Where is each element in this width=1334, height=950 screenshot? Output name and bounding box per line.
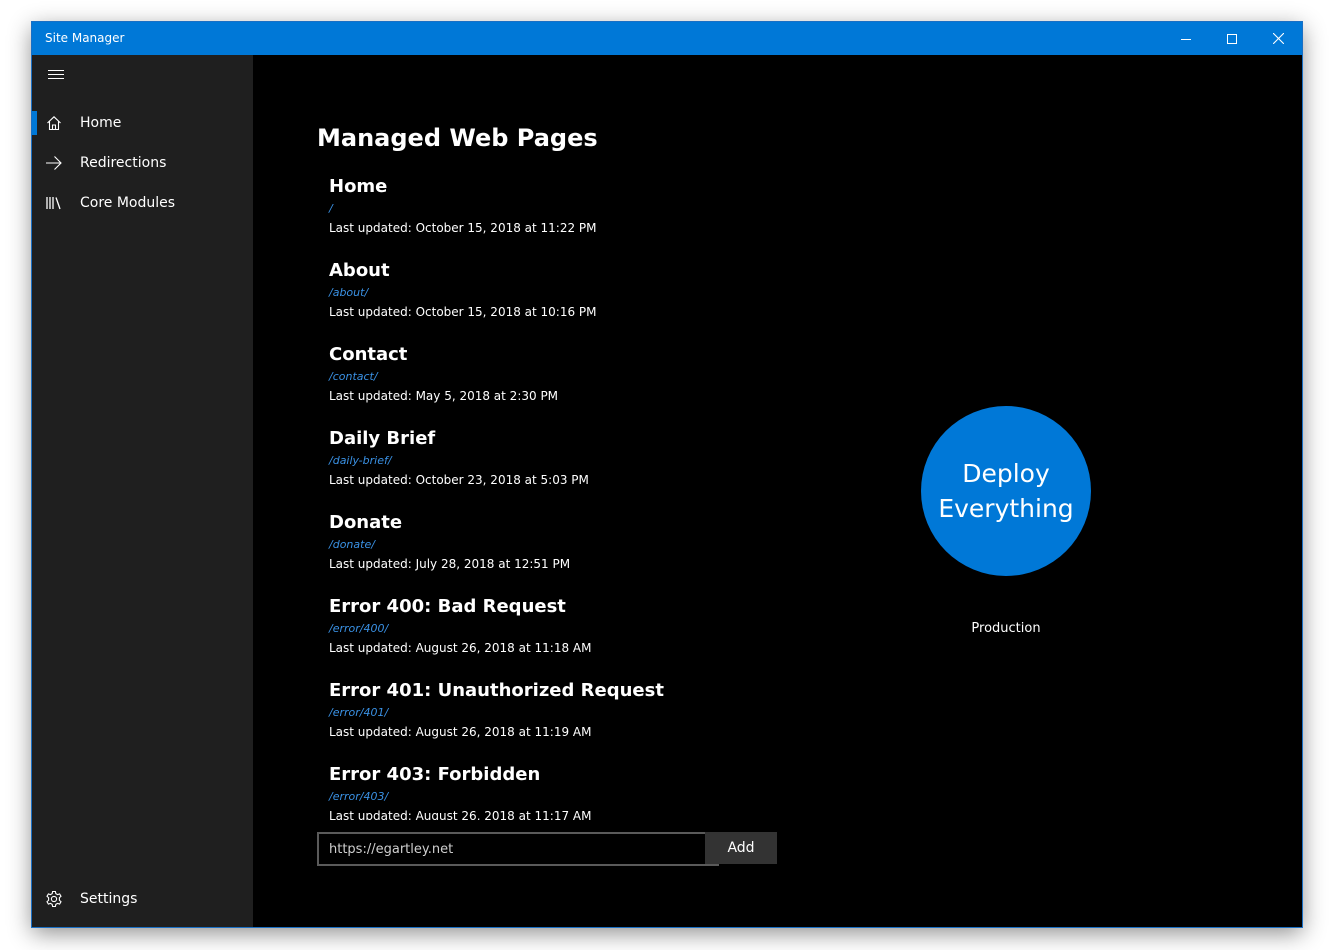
list-item[interactable]: Home / Last updated: October 15, 2018 at…	[329, 173, 829, 257]
page-name: Contact	[329, 344, 408, 365]
last-updated-text: Last updated: October 15, 2018 at 11:22 …	[329, 221, 597, 235]
list-item[interactable]: Donate /donate/ Last updated: July 28, 2…	[329, 509, 829, 593]
page-path-link[interactable]: /contact/	[329, 369, 378, 385]
pages-list[interactable]: Home / Last updated: October 15, 2018 at…	[317, 173, 837, 820]
main-content: Managed Web Pages Home / Last updated: O…	[253, 55, 1302, 927]
deploy-everything-button[interactable]: Deploy Everything	[921, 406, 1091, 576]
last-updated-text: Last updated: May 5, 2018 at 2:30 PM	[329, 389, 559, 403]
nav-item-label: Core Modules	[80, 195, 176, 211]
page-path-link[interactable]: /about/	[329, 285, 368, 301]
nav-item-label: Home	[80, 115, 122, 131]
nav-item-label: Redirections	[80, 155, 167, 171]
last-updated-text: Last updated: October 15, 2018 at 10:16 …	[329, 305, 597, 319]
navigation-pane: Home Redirections Core Modules Settings	[32, 55, 253, 927]
page-path-link[interactable]: /error/400/	[329, 621, 388, 637]
page-name: Error 403: Forbidden	[329, 764, 541, 785]
nav-item-redirections[interactable]: Redirections	[32, 143, 253, 183]
page-path-link[interactable]: /daily-brief/	[329, 453, 392, 469]
page-name: Donate	[329, 512, 403, 533]
home-icon	[44, 113, 64, 133]
title-bar[interactable]: Site Manager	[32, 22, 1302, 55]
nav-item-home[interactable]: Home	[32, 103, 253, 143]
list-item[interactable]: Error 400: Bad Request /error/400/ Last …	[329, 593, 829, 677]
page-path-link[interactable]: /error/403/	[329, 789, 388, 805]
url-input[interactable]	[317, 832, 719, 866]
page-name: Error 401: Unauthorized Request	[329, 680, 664, 701]
last-updated-text: Last updated: August 26, 2018 at 11:17 A…	[329, 809, 592, 820]
page-name: Daily Brief	[329, 428, 436, 449]
page-path-link[interactable]: /donate/	[329, 537, 375, 553]
page-name: Error 400: Bad Request	[329, 596, 566, 617]
library-icon	[44, 193, 64, 213]
list-item[interactable]: Daily Brief /daily-brief/ Last updated: …	[329, 425, 829, 509]
hamburger-icon	[48, 70, 64, 79]
last-updated-text: Last updated: October 23, 2018 at 5:03 P…	[329, 473, 589, 487]
maximize-button[interactable]	[1209, 22, 1255, 55]
list-item[interactable]: About /about/ Last updated: October 15, …	[329, 257, 829, 341]
page-name: Home	[329, 176, 388, 197]
selection-indicator	[32, 111, 37, 135]
page-name: About	[329, 260, 390, 281]
add-button[interactable]: Add	[705, 832, 777, 864]
page-title: Managed Web Pages	[317, 124, 598, 152]
minimize-icon	[1181, 38, 1191, 40]
nav-item-label: Settings	[80, 891, 138, 907]
nav-item-settings[interactable]: Settings	[32, 879, 253, 919]
list-item[interactable]: Error 403: Forbidden /error/403/ Last up…	[329, 761, 829, 820]
page-path-link[interactable]: /	[329, 201, 333, 217]
list-item[interactable]: Error 401: Unauthorized Request /error/4…	[329, 677, 829, 761]
last-updated-text: Last updated: August 26, 2018 at 11:18 A…	[329, 641, 592, 655]
menu-toggle-button[interactable]	[32, 55, 80, 95]
last-updated-text: Last updated: July 28, 2018 at 12:51 PM	[329, 557, 571, 571]
window-title: Site Manager	[45, 31, 125, 45]
list-item[interactable]: Contact /contact/ Last updated: May 5, 2…	[329, 341, 829, 425]
close-icon	[1272, 33, 1284, 44]
minimize-button[interactable]	[1163, 22, 1209, 55]
maximize-icon	[1227, 33, 1237, 44]
page-path-link[interactable]: /error/401/	[329, 705, 388, 721]
last-updated-text: Last updated: August 26, 2018 at 11:19 A…	[329, 725, 592, 739]
close-button[interactable]	[1255, 22, 1301, 55]
environment-label: Production	[971, 621, 1041, 636]
app-window: Site Manager Home Redirections Core Modu…	[32, 22, 1302, 927]
nav-item-core-modules[interactable]: Core Modules	[32, 183, 253, 223]
gear-icon	[44, 889, 64, 909]
arrow-right-icon	[44, 153, 64, 173]
